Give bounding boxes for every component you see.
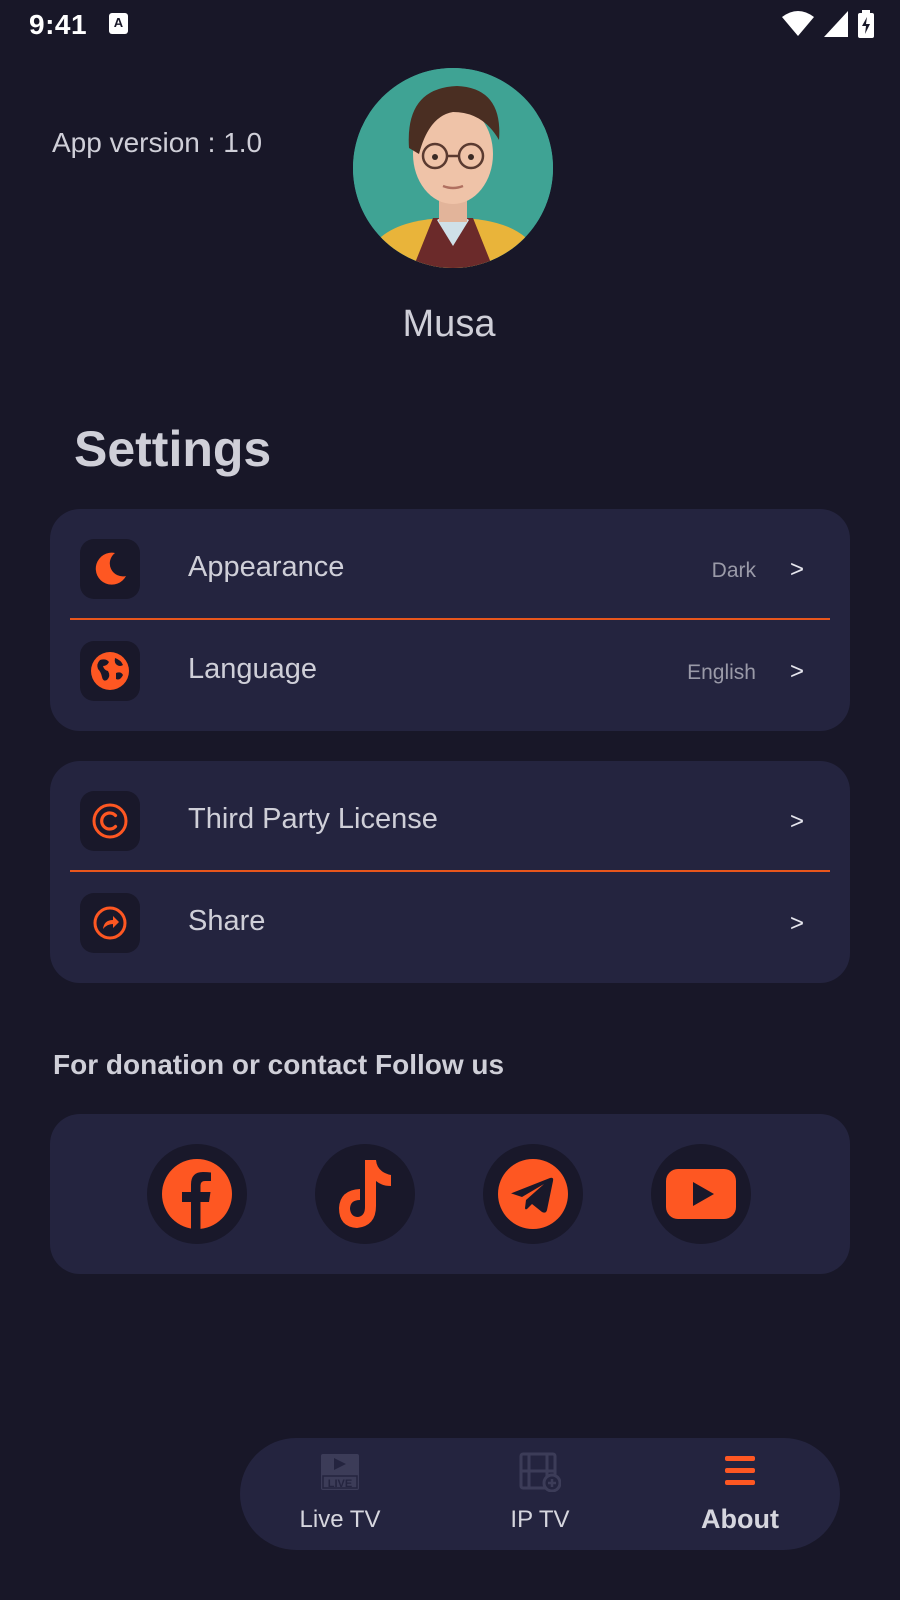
third-party-license-label: Third Party License [188, 803, 438, 835]
facebook-button[interactable] [147, 1144, 247, 1244]
status-icons [782, 10, 874, 38]
nav-live-tv-label: Live TV [299, 1506, 381, 1533]
globe-icon [91, 652, 129, 690]
live-tv-icon: LIVE [321, 1454, 359, 1490]
nav-live-tv[interactable]: LIVE Live TV [240, 1438, 440, 1550]
chevron-right-icon: > [789, 658, 804, 685]
battery-charging-icon [858, 10, 874, 38]
nav-about[interactable]: About [640, 1438, 840, 1550]
appearance-label: Appearance [188, 551, 345, 583]
chevron-right-icon: > [789, 556, 804, 583]
language-value: English [687, 661, 756, 684]
avatar-image [353, 68, 553, 268]
settings-group-about: Third Party License > Share > [50, 761, 850, 983]
facebook-icon [162, 1159, 232, 1229]
copyright-icon [92, 803, 128, 839]
status-time: 9:41 [29, 9, 88, 40]
social-links-card [50, 1114, 850, 1274]
username: Musa [402, 303, 496, 345]
avatar [353, 68, 553, 268]
share-icon-box [80, 893, 140, 953]
bottom-nav: LIVE Live TV IP TV About [240, 1438, 840, 1550]
language-row[interactable]: Language English > [50, 611, 850, 711]
youtube-button[interactable] [651, 1144, 751, 1244]
telegram-button[interactable] [483, 1144, 583, 1244]
license-icon-box [80, 791, 140, 851]
share-icon [93, 906, 127, 940]
wifi-icon [782, 11, 814, 36]
language-icon-box [80, 641, 140, 701]
menu-icon [725, 1456, 755, 1485]
tiktok-icon [339, 1160, 391, 1228]
tiktok-button[interactable] [315, 1144, 415, 1244]
chevron-right-icon: > [789, 808, 804, 835]
telegram-icon [498, 1159, 568, 1229]
svg-text:LIVE: LIVE [328, 1478, 352, 1490]
settings-group-preferences: Appearance Dark > Language English > [50, 509, 850, 731]
nav-ip-tv[interactable]: IP TV [440, 1438, 640, 1550]
status-bar: 9:41 A [0, 0, 900, 48]
signal-icon [824, 11, 848, 37]
language-label: Language [188, 653, 318, 685]
settings-title: Settings [74, 421, 272, 477]
youtube-icon [666, 1169, 736, 1219]
appearance-icon-box [80, 539, 140, 599]
nav-about-label: About [701, 1504, 779, 1534]
third-party-license-row[interactable]: Third Party License > [50, 761, 850, 861]
share-label: Share [188, 905, 266, 937]
notification-icon: A [109, 13, 128, 34]
app-version: App version : 1.0 [52, 127, 263, 158]
nav-ip-tv-label: IP TV [510, 1506, 570, 1533]
follow-title: For donation or contact Follow us [53, 1049, 505, 1080]
share-row[interactable]: Share > [50, 863, 850, 963]
moon-icon [95, 552, 126, 585]
appearance-value: Dark [711, 559, 756, 582]
appearance-row[interactable]: Appearance Dark > [50, 509, 850, 609]
film-add-icon [519, 1452, 561, 1492]
chevron-right-icon: > [789, 910, 804, 937]
